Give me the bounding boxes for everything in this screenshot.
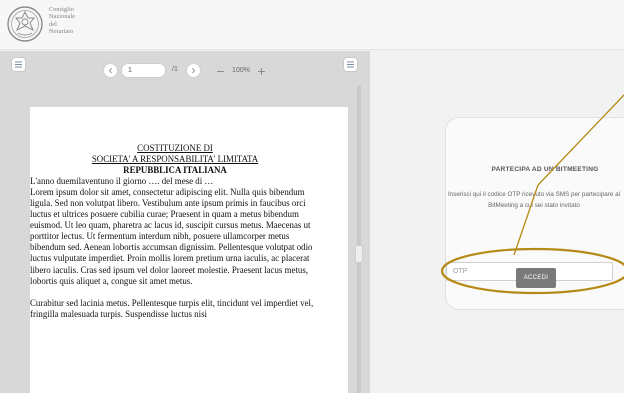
sidebar-toggle-icon [15, 61, 22, 68]
title-line: COSTITUZIONE DI [137, 143, 213, 153]
pane-splitter[interactable] [357, 86, 361, 393]
chevron-left-icon: ‹ [108, 63, 113, 77]
sidebar-toggle-button[interactable] [11, 57, 26, 72]
previous-page-button[interactable]: ‹ [103, 63, 118, 78]
meeting-title: PARTECIPA AD UN BITMEETING [491, 166, 599, 173]
title-line: SOCIETA' A RESPONSABILITA' LIMITATA [91, 154, 259, 165]
logo-line: Nazionale [49, 14, 76, 21]
zoom-level: 100% [232, 67, 250, 74]
minus-icon: − [216, 62, 225, 79]
title-line: REPUBBLICA ITALIANA [123, 165, 227, 176]
panel-toggle-button[interactable] [343, 57, 358, 72]
zoom-in-button[interactable]: + [254, 63, 269, 78]
logo-line: Consiglio [49, 7, 75, 13]
viewer-toolbar [0, 51, 370, 83]
document-title: COSTITUZIONE DI SOCIETA' A RESPONSABILIT… [30, 143, 320, 176]
logo-text: Consiglio Nazionale del Notariato [49, 7, 75, 37]
paragraph: L'anno duemilaventuno il giorno …. del m… [30, 176, 214, 187]
page-total: /1 [172, 66, 178, 73]
panel-toggle-icon [347, 61, 354, 68]
splitter-handle[interactable] [355, 245, 363, 263]
plus-icon: + [257, 62, 266, 79]
logo-line: Notariato [49, 29, 74, 36]
logo-line: del [49, 21, 57, 28]
app-header: Consiglio Nazionale del Notariato [0, 0, 624, 50]
paragraph: Lorem ipsum dolor sit amet, consectetur … [30, 187, 313, 286]
logo-seal-icon [7, 6, 43, 42]
next-page-button[interactable]: › [186, 63, 201, 78]
paragraph: Curabitur sed lacinia metus. Pellentesqu… [30, 297, 314, 319]
page-number-input[interactable]: 1 [121, 63, 166, 78]
meeting-description: Inserisci qui il codice OTP ricevuto via… [447, 191, 621, 209]
accedi-button[interactable]: ACCEDI [516, 268, 556, 288]
zoom-out-button[interactable]: − [213, 63, 228, 78]
document-content: COSTITUZIONE DI SOCIETA' A RESPONSABILIT… [30, 143, 320, 320]
chevron-right-icon: › [191, 63, 196, 77]
document-body: L'anno duemilaventuno il giorno …. del m… [30, 176, 320, 320]
